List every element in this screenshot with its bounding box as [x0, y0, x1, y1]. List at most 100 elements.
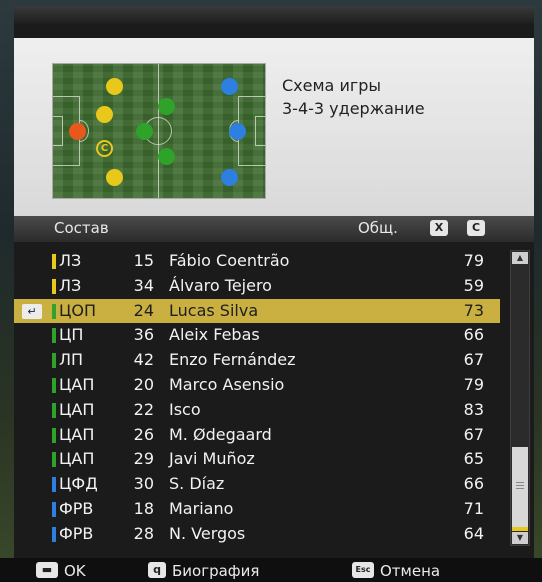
player-name: Javi Muñoz [169, 449, 255, 469]
player-number: 15 [133, 251, 154, 270]
scroll-thumb[interactable] [512, 447, 528, 527]
player-number: 30 [133, 474, 154, 494]
player-overall: 71 [463, 498, 484, 518]
player-marker-defender [106, 169, 123, 186]
player-overall: 79 [463, 251, 484, 270]
cancel-action[interactable]: Esc Отмена [352, 562, 440, 580]
player-position: ЦФД [59, 474, 98, 494]
player-overall: 67 [463, 424, 484, 444]
player-number: 28 [133, 523, 154, 543]
player-row[interactable]: ЛЗ 34 Álvaro Tejero 59 [14, 274, 500, 299]
player-position: ЛЗ [59, 275, 82, 295]
player-number: 20 [133, 374, 154, 394]
ok-action[interactable]: ▬ OK [36, 562, 86, 580]
player-row[interactable]: ЦФД 30 S. Díaz 66 [14, 472, 500, 497]
formation-info-panel: C Схема игры 3-4-3 удержание [14, 38, 534, 216]
player-overall: 59 [463, 275, 484, 295]
player-name: Mariano [169, 498, 234, 518]
player-position: ЛЗ [59, 251, 82, 270]
player-row[interactable]: ЦАП 20 Marco Asensio 79 [14, 373, 500, 398]
player-overall: 67 [463, 350, 484, 370]
player-marker-forward [221, 169, 238, 186]
formation-title: Схема игры [282, 76, 382, 95]
scroll-down-arrow-icon[interactable]: ▼ [512, 532, 528, 544]
player-position: ФРВ [59, 498, 94, 518]
player-overall: 73 [463, 300, 484, 320]
player-row[interactable]: ЦАП 29 Javi Muñoz 65 [14, 447, 500, 472]
squad-list-header: Состав Общ. X C [14, 216, 534, 242]
player-number: 26 [133, 424, 154, 444]
player-position: ЦАП [59, 374, 95, 394]
player-row[interactable]: ФРВ 18 Mariano 71 [14, 497, 500, 522]
c-key-icon[interactable]: C [467, 220, 485, 236]
biography-action[interactable]: q Биография [148, 562, 259, 580]
player-position: ЦАП [59, 449, 95, 469]
player-marker-midfielder [136, 123, 153, 140]
player-name: N. Vergos [169, 523, 246, 543]
formation-pitch: C [52, 63, 266, 199]
player-name: Enzo Fernández [169, 350, 296, 370]
formation-name: 3-4-3 удержание [282, 99, 425, 118]
player-number: 29 [133, 449, 154, 469]
player-marker-defender [106, 78, 123, 95]
player-number: 24 [133, 300, 154, 320]
player-overall: 66 [463, 325, 484, 345]
player-overall: 79 [463, 374, 484, 394]
cancel-label: Отмена [380, 562, 441, 580]
player-marker-defender [96, 106, 113, 123]
player-row[interactable]: ↵ ЦОП 24 Lucas Silva 73 [14, 298, 500, 324]
squad-list: ЛЗ 15 Fábio Coentrão 79 ЛЗ 34 Álvaro Tejero 59 ↵… [14, 249, 500, 547]
overall-header-label: Общ. [358, 219, 398, 237]
player-row[interactable]: ЛП 42 Enzo Fernández 67 [14, 348, 500, 373]
player-position: ФРВ [59, 523, 94, 543]
q-key-icon: q [148, 562, 166, 578]
scroll-accent [512, 527, 528, 531]
position-color-bar [52, 427, 56, 443]
esc-key-icon: Esc [352, 562, 374, 578]
player-name: S. Díaz [169, 474, 225, 494]
position-color-bar [52, 402, 56, 418]
player-name: Álvaro Tejero [169, 275, 272, 295]
player-number: 36 [133, 325, 154, 345]
player-number: 18 [133, 498, 154, 518]
player-marker-forward [221, 78, 238, 95]
position-color-bar [52, 278, 56, 294]
player-row[interactable]: ЦП 36 Aleix Febas 66 [14, 323, 500, 348]
player-overall: 64 [463, 523, 484, 543]
player-name: Fábio Coentrão [169, 251, 290, 270]
player-name: Isco [169, 399, 201, 419]
x-key-icon[interactable]: X [430, 220, 448, 236]
player-name: Marco Asensio [169, 374, 285, 394]
player-position: ЛП [59, 350, 84, 370]
player-name: M. Ødegaard [169, 424, 272, 444]
player-number: 34 [133, 275, 154, 295]
player-row[interactable]: ЦАП 26 M. Ødegaard 67 [14, 423, 500, 448]
player-marker-goalkeeper [69, 123, 86, 140]
position-color-bar [52, 377, 56, 393]
player-position: ЦОП [59, 300, 97, 320]
squad-scrollbar[interactable]: ▲ ▼ [510, 250, 530, 546]
top-strip [14, 6, 534, 24]
player-row[interactable]: ФРВ 28 N. Vergos 64 [14, 522, 500, 547]
player-marker-forward [229, 123, 246, 140]
position-color-bar [52, 501, 56, 517]
player-overall: 83 [463, 399, 484, 419]
right-goal-box [255, 116, 265, 146]
scroll-up-arrow-icon[interactable]: ▲ [512, 252, 528, 264]
position-color-bar [52, 328, 56, 344]
position-color-bar [52, 477, 56, 493]
left-goal-box [53, 116, 63, 146]
ok-label: OK [64, 562, 86, 580]
player-row[interactable]: ЦАП 22 Isco 83 [14, 398, 500, 423]
player-position: ЦП [59, 325, 84, 345]
player-overall: 66 [463, 474, 484, 494]
position-color-bar [52, 526, 56, 542]
formation-label: Схема игры 3-4-3 удержание [282, 74, 425, 120]
player-row[interactable]: ЛЗ 15 Fábio Coentrão 79 [14, 249, 500, 274]
ok-key-icon: ▬ [36, 562, 58, 578]
player-number: 22 [133, 399, 154, 419]
player-overall: 65 [463, 449, 484, 469]
player-name: Lucas Silva [169, 300, 259, 320]
captain-icon: C [96, 140, 113, 157]
position-color-bar [52, 353, 56, 369]
